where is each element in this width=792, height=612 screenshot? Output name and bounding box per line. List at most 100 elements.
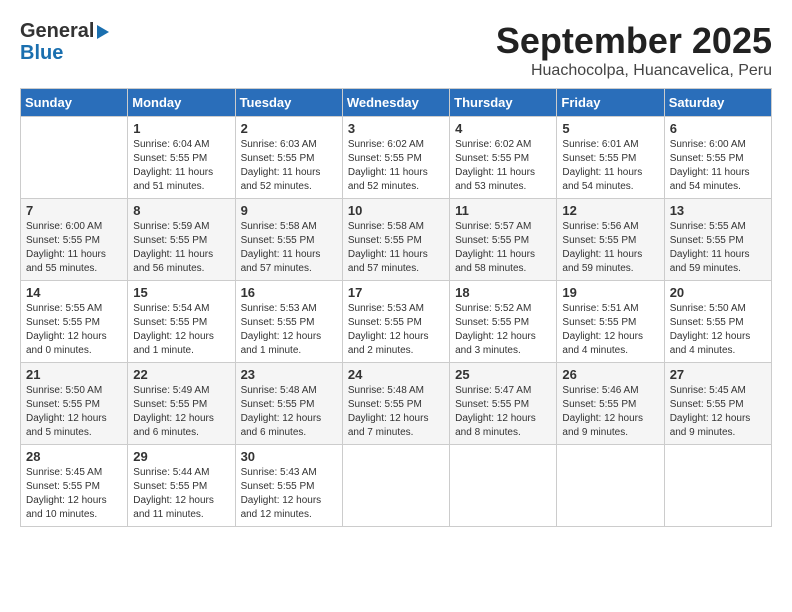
day-info: Sunrise: 5:58 AM Sunset: 5:55 PM Dayligh…: [241, 220, 337, 276]
day-number: 11: [455, 203, 551, 218]
day-info: Sunrise: 5:46 AM Sunset: 5:55 PM Dayligh…: [562, 384, 658, 440]
logo: General Blue: [20, 20, 109, 64]
day-info: Sunrise: 5:49 AM Sunset: 5:55 PM Dayligh…: [133, 384, 229, 440]
month-title: September 2025: [496, 20, 772, 62]
calendar-cell: 13Sunrise: 5:55 AM Sunset: 5:55 PM Dayli…: [664, 199, 771, 281]
header-tuesday: Tuesday: [235, 89, 342, 117]
day-number: 17: [348, 285, 444, 300]
day-number: 19: [562, 285, 658, 300]
day-number: 1: [133, 121, 229, 136]
day-info: Sunrise: 6:03 AM Sunset: 5:55 PM Dayligh…: [241, 138, 337, 194]
day-info: Sunrise: 5:59 AM Sunset: 5:55 PM Dayligh…: [133, 220, 229, 276]
header-thursday: Thursday: [450, 89, 557, 117]
day-number: 27: [670, 367, 766, 382]
calendar-cell: 4 Sunrise: 6:02 AM Sunset: 5:55 PM Daylig…: [450, 117, 557, 199]
day-info: Sunrise: 5:50 AM Sunset: 5:55 PM Dayligh…: [670, 302, 766, 358]
day-number: 7: [26, 203, 122, 218]
calendar-cell: 12Sunrise: 5:56 AM Sunset: 5:55 PM Dayli…: [557, 199, 664, 281]
day-number: 26: [562, 367, 658, 382]
day-info: Sunrise: 5:48 AM Sunset: 5:55 PM Dayligh…: [348, 384, 444, 440]
calendar-cell: 20 Sunrise: 5:50 AM Sunset: 5:55 PM Dayli…: [664, 281, 771, 363]
day-info: Sunrise: 5:44 AM Sunset: 5:55 PM Dayligh…: [133, 466, 229, 522]
day-number: 18: [455, 285, 551, 300]
day-number: 28: [26, 449, 122, 464]
calendar-cell: 27 Sunrise: 5:45 AM Sunset: 5:55 PM Dayli…: [664, 363, 771, 445]
calendar-cell: [342, 445, 449, 527]
day-info: Sunrise: 5:48 AM Sunset: 5:55 PM Dayligh…: [241, 384, 337, 440]
header-wednesday: Wednesday: [342, 89, 449, 117]
calendar-cell: 3 Sunrise: 6:02 AM Sunset: 5:55 PM Daylig…: [342, 117, 449, 199]
calendar-week-row: 21 Sunrise: 5:50 AM Sunset: 5:55 PM Dayli…: [21, 363, 772, 445]
day-number: 14: [26, 285, 122, 300]
day-info: Sunrise: 6:01 AM Sunset: 5:55 PM Dayligh…: [562, 138, 658, 194]
calendar-cell: 8 Sunrise: 5:59 AM Sunset: 5:55 PM Daylig…: [128, 199, 235, 281]
calendar-cell: 21 Sunrise: 5:50 AM Sunset: 5:55 PM Dayli…: [21, 363, 128, 445]
header-saturday: Saturday: [664, 89, 771, 117]
header-monday: Monday: [128, 89, 235, 117]
day-number: 16: [241, 285, 337, 300]
day-info: Sunrise: 5:51 AM Sunset: 5:55 PM Dayligh…: [562, 302, 658, 358]
day-number: 3: [348, 121, 444, 136]
logo-line2: Blue: [20, 42, 109, 64]
calendar-cell: 7 Sunrise: 6:00 AM Sunset: 5:55 PM Daylig…: [21, 199, 128, 281]
calendar-week-row: 28 Sunrise: 5:45 AM Sunset: 5:55 PM Dayli…: [21, 445, 772, 527]
calendar-cell: 14Sunrise: 5:55 AM Sunset: 5:55 PM Dayli…: [21, 281, 128, 363]
calendar-cell: 11 Sunrise: 5:57 AM Sunset: 5:55 PM Dayli…: [450, 199, 557, 281]
calendar-cell: 26 Sunrise: 5:46 AM Sunset: 5:55 PM Dayli…: [557, 363, 664, 445]
day-info: Sunrise: 5:50 AM Sunset: 5:55 PM Dayligh…: [26, 384, 122, 440]
day-number: 21: [26, 367, 122, 382]
day-number: 8: [133, 203, 229, 218]
calendar-cell: 18 Sunrise: 5:52 AM Sunset: 5:55 PM Dayli…: [450, 281, 557, 363]
header-sunday: Sunday: [21, 89, 128, 117]
day-info: Sunrise: 5:45 AM Sunset: 5:55 PM Dayligh…: [670, 384, 766, 440]
calendar-table: SundayMondayTuesdayWednesdayThursdayFrid…: [20, 88, 772, 527]
title-area: September 2025 Huachocolpa, Huancavelica…: [496, 20, 772, 80]
day-info: Sunrise: 5:58 AM Sunset: 5:55 PM Dayligh…: [348, 220, 444, 276]
header-friday: Friday: [557, 89, 664, 117]
calendar-week-row: 7 Sunrise: 6:00 AM Sunset: 5:55 PM Daylig…: [21, 199, 772, 281]
calendar-cell: [664, 445, 771, 527]
calendar-cell: 2Sunrise: 6:03 AM Sunset: 5:55 PM Daylig…: [235, 117, 342, 199]
calendar-cell: [557, 445, 664, 527]
calendar-cell: 28 Sunrise: 5:45 AM Sunset: 5:55 PM Dayli…: [21, 445, 128, 527]
day-info: Sunrise: 6:00 AM Sunset: 5:55 PM Dayligh…: [26, 220, 122, 276]
day-info: Sunrise: 6:02 AM Sunset: 5:55 PM Dayligh…: [455, 138, 551, 194]
calendar-cell: 17 Sunrise: 5:53 AM Sunset: 5:55 PM Dayli…: [342, 281, 449, 363]
day-info: Sunrise: 5:52 AM Sunset: 5:55 PM Dayligh…: [455, 302, 551, 358]
day-info: Sunrise: 5:45 AM Sunset: 5:55 PM Dayligh…: [26, 466, 122, 522]
day-number: 13: [670, 203, 766, 218]
day-number: 25: [455, 367, 551, 382]
day-info: Sunrise: 6:02 AM Sunset: 5:55 PM Dayligh…: [348, 138, 444, 194]
day-number: 5: [562, 121, 658, 136]
calendar-cell: 25 Sunrise: 5:47 AM Sunset: 5:55 PM Dayli…: [450, 363, 557, 445]
day-number: 22: [133, 367, 229, 382]
day-number: 30: [241, 449, 337, 464]
day-number: 20: [670, 285, 766, 300]
day-number: 24: [348, 367, 444, 382]
day-number: 23: [241, 367, 337, 382]
day-info: Sunrise: 6:04 AM Sunset: 5:55 PM Dayligh…: [133, 138, 229, 194]
day-info: Sunrise: 5:53 AM Sunset: 5:55 PM Dayligh…: [348, 302, 444, 358]
calendar-cell: 22 Sunrise: 5:49 AM Sunset: 5:55 PM Dayli…: [128, 363, 235, 445]
calendar-week-row: 1 Sunrise: 6:04 AM Sunset: 5:55 PM Daylig…: [21, 117, 772, 199]
day-number: 15: [133, 285, 229, 300]
calendar-cell: 1 Sunrise: 6:04 AM Sunset: 5:55 PM Daylig…: [128, 117, 235, 199]
day-info: Sunrise: 5:57 AM Sunset: 5:55 PM Dayligh…: [455, 220, 551, 276]
day-number: 10: [348, 203, 444, 218]
calendar-cell: 9 Sunrise: 5:58 AM Sunset: 5:55 PM Daylig…: [235, 199, 342, 281]
calendar-cell: 6 Sunrise: 6:00 AM Sunset: 5:55 PM Daylig…: [664, 117, 771, 199]
day-info: Sunrise: 5:53 AM Sunset: 5:55 PM Dayligh…: [241, 302, 337, 358]
day-info: Sunrise: 6:00 AM Sunset: 5:55 PM Dayligh…: [670, 138, 766, 194]
logo-line1: General: [20, 20, 109, 42]
day-info: Sunrise: 5:47 AM Sunset: 5:55 PM Dayligh…: [455, 384, 551, 440]
calendar-cell: 24 Sunrise: 5:48 AM Sunset: 5:55 PM Dayli…: [342, 363, 449, 445]
day-number: 4: [455, 121, 551, 136]
calendar-week-row: 14Sunrise: 5:55 AM Sunset: 5:55 PM Dayli…: [21, 281, 772, 363]
calendar-cell: 16 Sunrise: 5:53 AM Sunset: 5:55 PM Dayli…: [235, 281, 342, 363]
day-number: 9: [241, 203, 337, 218]
day-number: 29: [133, 449, 229, 464]
day-number: 6: [670, 121, 766, 136]
calendar-cell: 30Sunrise: 5:43 AM Sunset: 5:55 PM Dayli…: [235, 445, 342, 527]
calendar-cell: 29 Sunrise: 5:44 AM Sunset: 5:55 PM Dayli…: [128, 445, 235, 527]
calendar-cell: 23 Sunrise: 5:48 AM Sunset: 5:55 PM Dayli…: [235, 363, 342, 445]
